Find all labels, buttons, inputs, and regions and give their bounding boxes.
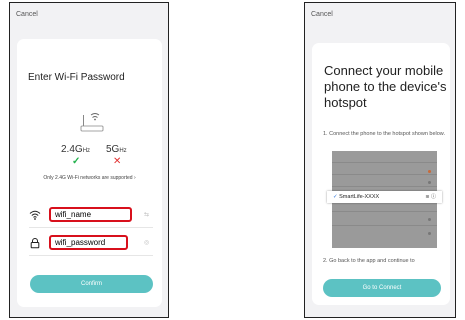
page-title: Enter Wi-Fi Password [28,72,125,83]
wifi-signal-icon: ≋ ⓘ [425,194,436,200]
router-icon [80,113,104,132]
toggle-dot [428,170,431,173]
lock-dot [428,181,431,184]
step-2-text: 2. Go back to the app and continue to [323,258,415,264]
divider [29,255,153,256]
list-divider [332,186,437,187]
cancel-link[interactable]: Cancel [311,11,333,18]
divider [29,227,153,228]
switch-network-icon[interactable]: ⇆ [144,211,149,218]
list-divider [332,162,437,163]
wifi-name-input[interactable]: wifi_name [49,207,132,222]
cross-icon: ✕ [113,156,122,167]
eye-icon[interactable]: ◎ [144,239,149,246]
hotspot-name: SmartLife-XXXX [339,194,380,200]
step-1-text: 1. Connect the phone to the hotspot show… [323,131,446,137]
connect-hotspot-card: Connect your mobile phone to the device'… [312,43,450,305]
wifi-password-screen: Cancel Enter Wi-Fi Password 2.4GHz 5GHz … [9,2,169,318]
confirm-button[interactable]: Confirm [30,275,153,293]
wifi-password-card: Enter Wi-Fi Password 2.4GHz 5GHz ✓ ✕ Onl… [17,39,162,307]
band-24ghz: 2.4GHz [61,144,91,155]
page-title: Connect your mobile phone to the device'… [324,63,447,110]
check-icon: ✓ [333,194,338,200]
connect-hotspot-screen: Cancel Connect your mobile phone to the … [304,2,456,318]
band-5ghz: 5GHz [106,144,127,155]
list-divider [332,225,437,226]
cancel-link[interactable]: Cancel [16,11,38,18]
supported-networks-note[interactable]: Only 2.4G Wi-Fi networks are supported › [17,175,162,181]
wifi-password-input[interactable]: wifi_password [49,235,128,250]
lock-dot [428,218,431,221]
check-icon: ✓ [72,156,81,167]
list-divider [332,211,437,212]
lock-dot [428,232,431,235]
list-divider [332,174,437,175]
hotspot-list-item: ✓ SmartLife-XXXX ≋ ⓘ [327,191,442,203]
wifi-settings-illustration: ✓ SmartLife-XXXX ≋ ⓘ [327,151,442,248]
go-to-connect-button[interactable]: Go to Connect [323,279,441,297]
lock-icon [30,238,40,249]
wifi-icon [29,210,41,220]
